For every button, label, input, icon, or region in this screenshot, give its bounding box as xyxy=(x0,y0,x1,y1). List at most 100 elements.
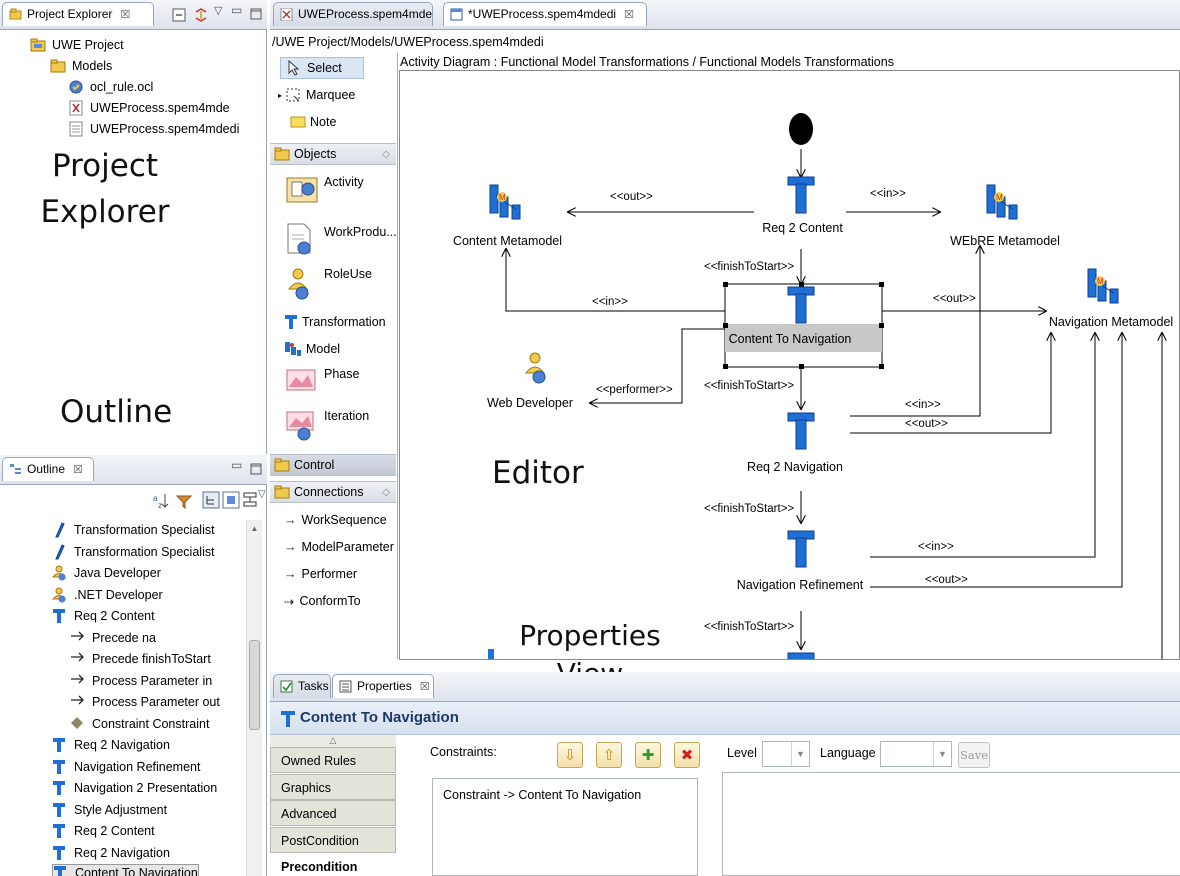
node-req2navigation[interactable]: Req 2 Navigation xyxy=(740,460,850,474)
palette-marquee[interactable]: ▸ Marquee xyxy=(278,84,404,106)
outline-item[interactable]: Navigation 2 Presentation xyxy=(52,778,217,798)
add-constraint-button[interactable]: ✚ xyxy=(635,742,661,768)
outline-item[interactable]: Java Developer xyxy=(51,563,161,583)
outline-item[interactable]: Process Parameter in xyxy=(70,671,212,691)
tab-close-icon[interactable]: ☒ xyxy=(73,464,83,476)
view-menu-icon[interactable]: ▽ xyxy=(214,4,222,17)
outline-item[interactable]: .NET Developer xyxy=(51,585,163,605)
tab-tasks[interactable]: Tasks xyxy=(273,674,331,698)
transformation-icon[interactable] xyxy=(786,175,816,215)
node-content-metamodel[interactable]: Content Metamodel xyxy=(440,234,575,248)
rule-editor[interactable] xyxy=(722,772,1180,876)
pin-icon[interactable]: ◇ xyxy=(382,149,390,160)
palette-model[interactable]: Model xyxy=(284,338,410,360)
outline-item[interactable]: Transformation Specialist xyxy=(52,520,215,540)
scrollbar-thumb[interactable] xyxy=(249,640,260,730)
outline-item[interactable]: Req 2 Content xyxy=(52,606,155,626)
filter-icon[interactable] xyxy=(175,492,193,510)
tree-item-uwe-project[interactable]: UWE Project xyxy=(30,35,124,55)
scroll-up-icon[interactable]: ▲ xyxy=(247,524,262,533)
palette-roleuse[interactable]: RoleUse xyxy=(286,265,396,307)
side-tab[interactable]: Graphics xyxy=(270,773,396,800)
constraint-item[interactable]: Constraint -> Content To Navigation xyxy=(433,779,697,802)
outline-item[interactable]: Req 2 Content xyxy=(52,821,155,841)
palette-drawer-connections[interactable]: Connections ◇ xyxy=(270,481,396,503)
node-webre-metamodel[interactable]: WEbRE Metamodel xyxy=(935,234,1075,248)
tree-item-models[interactable]: Models xyxy=(50,56,112,76)
side-tab[interactable]: PostCondition xyxy=(270,826,396,853)
tab-project-explorer[interactable]: Project Explorer ☒ xyxy=(2,2,154,26)
palette-conformto[interactable]: ⇢ ConformTo xyxy=(284,590,410,612)
tree-view-icon[interactable] xyxy=(202,491,220,509)
transformation-icon[interactable] xyxy=(786,529,816,569)
side-tab[interactable]: Advanced xyxy=(270,800,396,827)
level-select[interactable]: ▼ xyxy=(762,741,810,767)
transformation-icon[interactable] xyxy=(786,285,816,325)
metamodel-icon[interactable]: M xyxy=(985,183,1021,223)
maximize-icon[interactable] xyxy=(250,463,262,475)
collapse-all-icon[interactable] xyxy=(172,8,186,22)
minimize-icon[interactable]: ▭ xyxy=(231,458,242,472)
transformation-icon[interactable] xyxy=(786,411,816,451)
node-content-to-navigation[interactable]: Content To Navigation xyxy=(725,332,855,346)
palette-note[interactable]: Note xyxy=(290,111,416,133)
outline-item[interactable]: Navigation Refinement xyxy=(52,757,200,777)
outline-item[interactable]: Style Adjustment xyxy=(52,800,167,820)
tab-spem4mdedi[interactable]: *UWEProcess.spem4mdedi ☒ xyxy=(443,2,647,26)
outline-item[interactable]: Constraint Constraint xyxy=(70,714,209,734)
save-button[interactable]: Save xyxy=(958,742,990,768)
node-req2content[interactable]: Req 2 Content xyxy=(755,221,850,235)
tab-close-icon[interactable]: ☒ xyxy=(624,9,634,21)
outline-item[interactable]: Transformation Specialist xyxy=(52,542,215,562)
link-editor-icon[interactable] xyxy=(193,7,209,23)
diagram-canvas[interactable]: M M M Req 2 Content Content Metamodel WE… xyxy=(399,70,1180,660)
language-select[interactable]: ▼ xyxy=(880,741,952,767)
palette-activity[interactable]: Activity xyxy=(286,175,396,215)
palette-drawer-control[interactable]: Control xyxy=(270,454,396,476)
palette-performer[interactable]: → Performer xyxy=(284,563,410,585)
outline-item[interactable]: Req 2 Navigation xyxy=(52,735,170,755)
tree-item-ocl-rule[interactable]: ocl_rule.ocl xyxy=(68,77,153,97)
side-tab[interactable]: Precondition xyxy=(270,853,396,876)
node-navigation-metamodel[interactable]: Navigation Metamodel xyxy=(1036,315,1179,329)
move-up-button[interactable]: ⇧ xyxy=(596,742,622,768)
properties-tabs-scroll[interactable]: △ xyxy=(270,735,396,747)
layout-icon[interactable] xyxy=(242,491,258,509)
outline-item[interactable]: Req 2 Navigation xyxy=(52,843,170,863)
tree-item-spem4mde[interactable]: UWEProcess.spem4mde xyxy=(68,98,230,118)
outline-item[interactable]: Content To Navigation xyxy=(52,864,199,876)
tab-spem4mde[interactable]: UWEProcess.spem4mde xyxy=(273,2,433,26)
palette-drawer-objects[interactable]: Objects ◇ xyxy=(270,143,396,165)
outline-item[interactable]: Precede finishToStart xyxy=(70,649,211,669)
pin-icon[interactable]: ◇ xyxy=(382,487,390,498)
transformation-icon[interactable] xyxy=(786,651,816,660)
sort-az-icon[interactable]: az xyxy=(152,492,170,510)
move-down-button[interactable]: ⇩ xyxy=(557,742,583,768)
palette-select[interactable]: Select xyxy=(280,57,364,79)
outline-scrollbar[interactable]: ▲ xyxy=(246,520,262,876)
tree-item-spem4mdedi[interactable]: UWEProcess.spem4mdedi xyxy=(68,119,239,139)
node-navigation-refinement[interactable]: Navigation Refinement xyxy=(725,578,875,592)
palette-modelparameter[interactable]: → ModelParameter xyxy=(284,536,410,558)
palette-transformation[interactable]: Transformation xyxy=(284,311,410,333)
minimize-icon[interactable]: ▭ xyxy=(231,3,242,17)
web-developer-icon[interactable] xyxy=(524,351,550,385)
tab-outline[interactable]: Outline ☒ xyxy=(2,457,94,481)
palette-iteration[interactable]: Iteration xyxy=(286,405,396,445)
tab-properties[interactable]: Properties ☒ xyxy=(332,674,434,698)
side-tab[interactable]: Owned Rules xyxy=(270,747,396,773)
palette-workproduct[interactable]: WorkProdu... xyxy=(286,219,397,263)
maximize-icon[interactable] xyxy=(250,8,262,20)
overview-icon[interactable] xyxy=(222,491,240,509)
palette-worksequence[interactable]: → WorkSequence xyxy=(284,509,410,531)
palette-phase[interactable]: Phase xyxy=(286,365,396,401)
delete-constraint-button[interactable]: ✖ xyxy=(674,742,700,768)
metamodel-icon[interactable]: M xyxy=(1086,267,1122,307)
outline-item[interactable]: Process Parameter out xyxy=(70,692,220,712)
tab-close-icon[interactable]: ☒ xyxy=(120,9,130,21)
outline-item[interactable]: Precede na xyxy=(70,628,156,648)
constraints-list[interactable]: Constraint -> Content To Navigation xyxy=(432,778,698,876)
node-web-developer[interactable]: Web Developer xyxy=(480,396,580,410)
tab-close-icon[interactable]: ☒ xyxy=(420,681,430,693)
metamodel-icon[interactable]: M xyxy=(488,183,524,223)
